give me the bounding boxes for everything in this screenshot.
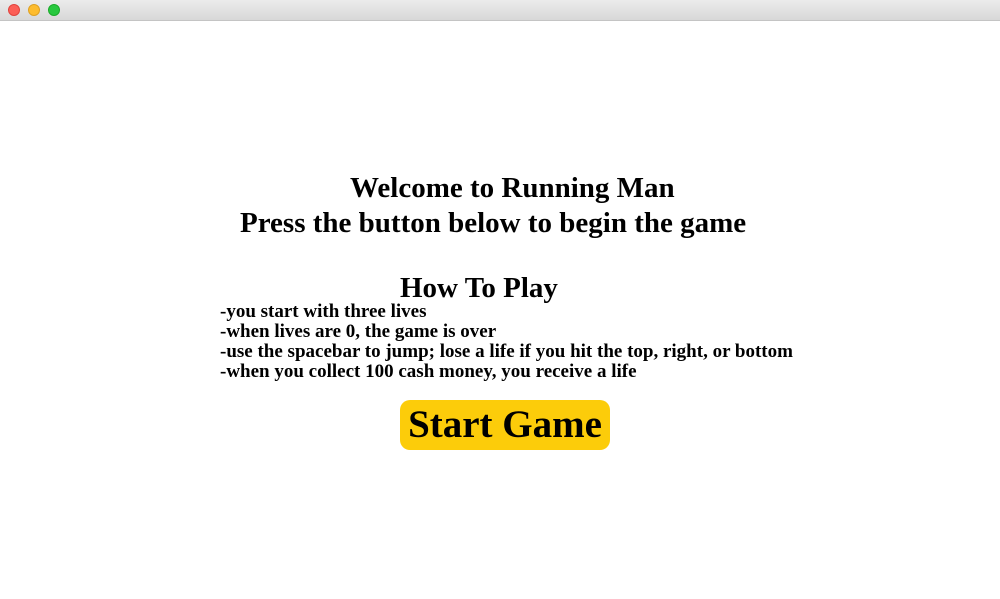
rule-item: -use the spacebar to jump; lose a life i… <box>220 341 793 362</box>
rule-item: -when lives are 0, the game is over <box>220 321 497 342</box>
start-game-button[interactable]: Start Game <box>400 400 610 450</box>
window-maximize-button[interactable] <box>48 4 60 16</box>
welcome-title: Welcome to Running Man <box>350 172 675 204</box>
how-to-play-heading: How To Play <box>400 272 558 304</box>
welcome-instruction: Press the button below to begin the game <box>240 207 747 239</box>
window-title-bar <box>0 0 1000 21</box>
rule-item: -when you collect 100 cash money, you re… <box>220 361 637 382</box>
window-minimize-button[interactable] <box>28 4 40 16</box>
game-start-screen: Welcome to Running Man Press the button … <box>0 22 1000 599</box>
rules-list: -you start with three lives -when lives … <box>220 302 793 382</box>
window-close-button[interactable] <box>8 4 20 16</box>
rule-item: -you start with three lives <box>220 301 427 322</box>
